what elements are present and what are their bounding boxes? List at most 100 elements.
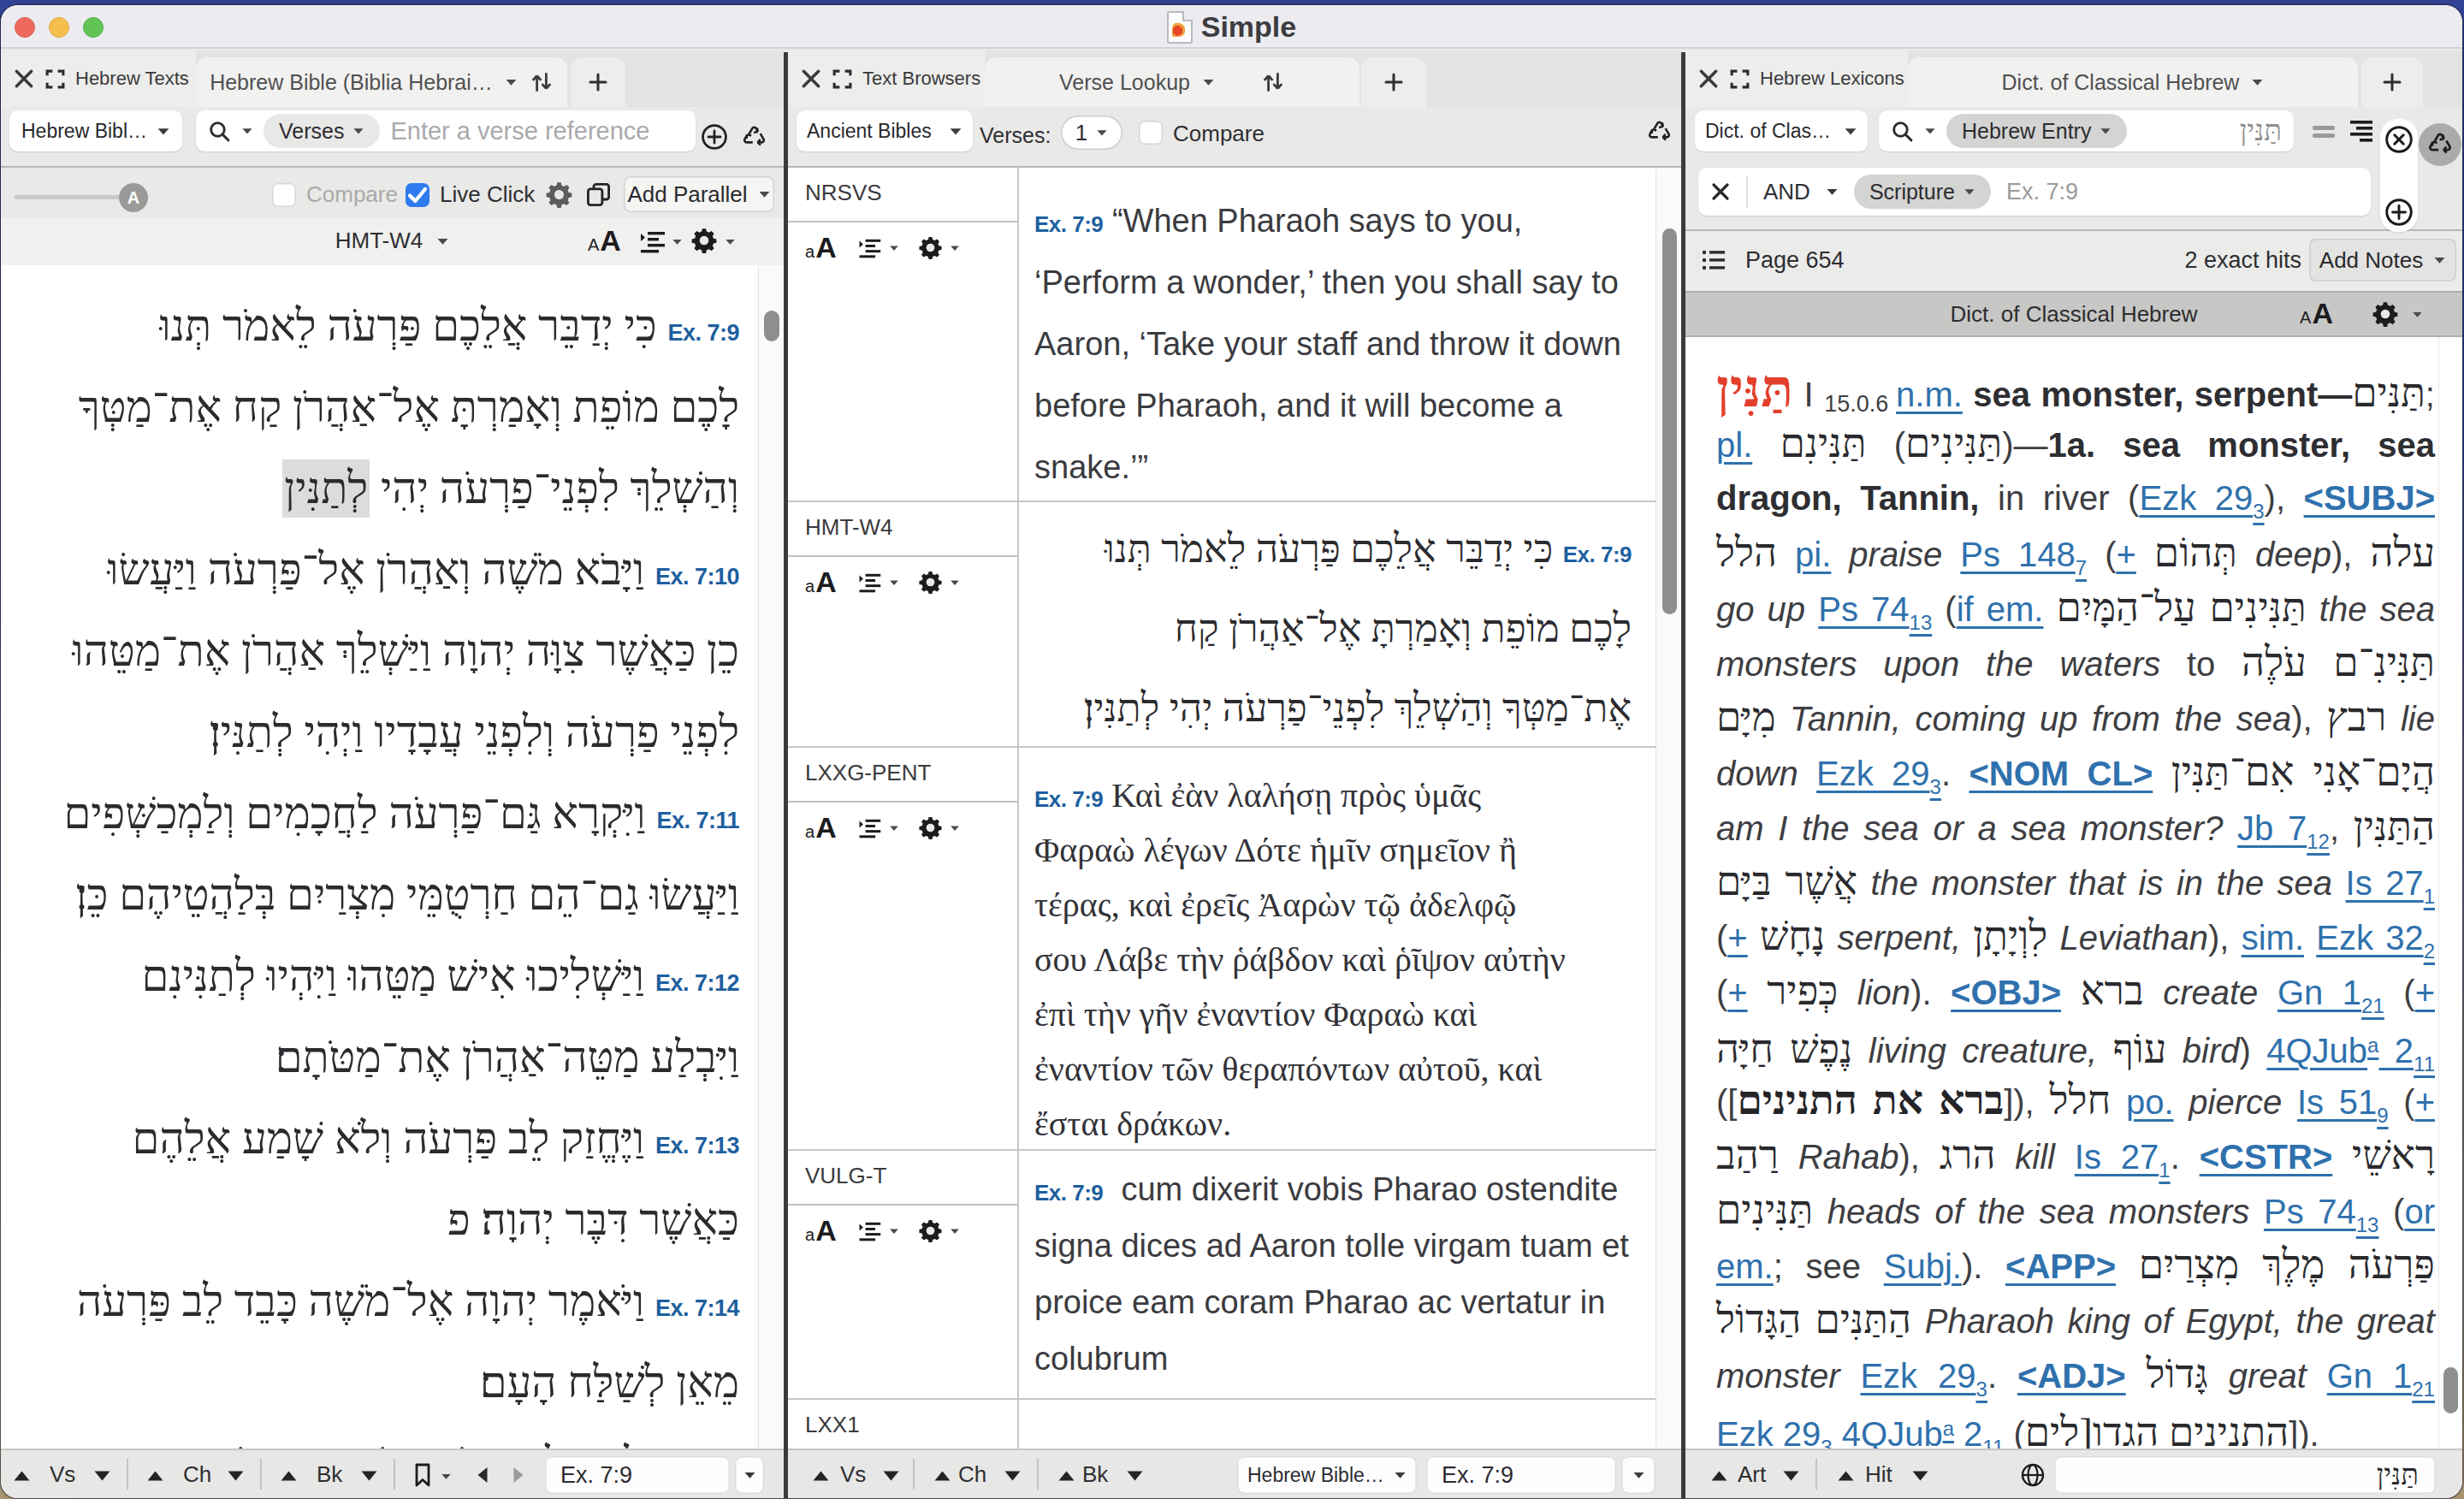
- middle-module-dropdown[interactable]: Hebrew Bible…: [1237, 1456, 1417, 1494]
- tab-hebrew-bible[interactable]: Hebrew Bible (Biblia Hebrai…: [196, 57, 567, 107]
- link[interactable]: Is 51: [2297, 1083, 2377, 1121]
- verses-count-select[interactable]: 1: [1061, 116, 1122, 150]
- article-up-stepper[interactable]: [1710, 1470, 1728, 1482]
- tab-dict-classical-hebrew[interactable]: Dict. of Classical Hebrew: [1908, 57, 2358, 107]
- link[interactable]: <OBJ>: [1951, 974, 2061, 1011]
- right-search-field[interactable]: Hebrew Entry תַּנִּין: [1879, 110, 2294, 151]
- font-size-button[interactable]: aA: [805, 811, 838, 844]
- link[interactable]: <SUBJ>: [2304, 479, 2435, 517]
- sort-icon[interactable]: [530, 70, 554, 94]
- gear-icon[interactable]: [690, 227, 718, 254]
- book-up-stepper[interactable]: [280, 1470, 298, 1482]
- gear-icon[interactable]: [2372, 300, 2399, 328]
- link[interactable]: 7: [2076, 556, 2087, 579]
- link[interactable]: pl.: [1716, 426, 1752, 464]
- link[interactable]: +: [2415, 974, 2435, 1011]
- add-term-icon[interactable]: [2384, 198, 2414, 227]
- link[interactable]: 2: [1954, 1415, 1982, 1449]
- close-zone-icon[interactable]: [1697, 68, 1720, 90]
- clear-search-icon[interactable]: [2384, 125, 2414, 154]
- link[interactable]: or: [2404, 1193, 2435, 1230]
- link[interactable]: Gn 1: [2327, 1357, 2413, 1395]
- and-operator-label[interactable]: AND: [1763, 179, 1810, 205]
- link[interactable]: Jb 7: [2237, 809, 2307, 847]
- module-name[interactable]: HMT-W4: [805, 514, 893, 541]
- equals-icon[interactable]: [2311, 123, 2337, 140]
- verse-reference[interactable]: Ex. 7:9: [667, 320, 739, 346]
- add-notes-button[interactable]: Add Notes: [2309, 239, 2456, 281]
- add-tab-button[interactable]: [571, 57, 625, 107]
- link[interactable]: Ezk 32: [2316, 919, 2423, 957]
- add-tab-button[interactable]: [1361, 57, 1426, 107]
- compare-checkbox[interactable]: [272, 183, 296, 207]
- gear-icon[interactable]: [545, 181, 573, 209]
- verse-reference[interactable]: Ex. 7:12: [655, 970, 739, 996]
- link[interactable]: Gn 1: [2277, 974, 2361, 1011]
- recycle-icon[interactable]: [1645, 118, 1673, 146]
- module-verse-text[interactable]: Ex. 7:9 “When Pharaoh says to you,‘Perfo…: [1034, 168, 1632, 501]
- link[interactable]: Ezk 29: [2139, 479, 2253, 517]
- and-condition-row[interactable]: AND Scripture Ex. 7:9: [1698, 168, 2371, 216]
- left-reference-dropdown-button[interactable]: [735, 1456, 764, 1494]
- verse-up-stepper[interactable]: [812, 1470, 830, 1482]
- module-settings-button[interactable]: [918, 235, 960, 260]
- paragraph-format-button[interactable]: [856, 1219, 899, 1242]
- link[interactable]: 2: [2424, 939, 2435, 963]
- link[interactable]: 3: [1930, 775, 1941, 798]
- right-module-select[interactable]: Dict. of Clas…: [1695, 110, 1868, 151]
- recycle-button[interactable]: [2419, 123, 2461, 166]
- chevron-down-icon[interactable]: [725, 238, 736, 246]
- font-size-button[interactable]: AA: [2300, 297, 2334, 330]
- middle-verse-reference-field[interactable]: Ex. 7:9: [1426, 1456, 1616, 1494]
- module-verse-text[interactable]: Ex. 7:9 כִּי יְדַבֵּר אֲלֵכֶם פַּרְעֹה ל…: [1034, 502, 1632, 746]
- content-module-label[interactable]: HMT-W4: [335, 228, 424, 254]
- link[interactable]: 21: [2412, 1378, 2435, 1401]
- module-verse-text[interactable]: Ex. 7:9 cum dixerit vobis Pharao ostendi…: [1034, 1151, 1632, 1398]
- verse-reference[interactable]: Ex. 7:10: [655, 564, 739, 590]
- left-scrollbar-thumb[interactable]: [764, 311, 779, 341]
- right-scrollbar-track[interactable]: [2438, 337, 2462, 1449]
- verse-reference[interactable]: Ex. 7:9: [1563, 542, 1632, 567]
- expand-zone-icon[interactable]: [44, 68, 66, 90]
- history-forward-icon[interactable]: [512, 1466, 524, 1484]
- link[interactable]: +: [1727, 919, 1747, 957]
- paragraph-format-icon[interactable]: [637, 228, 666, 254]
- link[interactable]: 4QJub: [2266, 1032, 2367, 1069]
- verse-reference[interactable]: Ex. 7:14: [655, 1295, 739, 1321]
- font-size-button[interactable]: aA: [805, 1214, 838, 1247]
- search-scope-pill[interactable]: Hebrew Entry: [1946, 114, 2127, 148]
- module-name[interactable]: LXX1: [805, 1412, 860, 1438]
- link[interactable]: po.: [2126, 1083, 2174, 1121]
- link[interactable]: +: [2116, 536, 2135, 573]
- chapter-down-stepper[interactable]: [227, 1470, 245, 1482]
- paragraph-format-button[interactable]: [856, 571, 899, 594]
- link[interactable]: 11: [1982, 1436, 2004, 1449]
- link[interactable]: a: [1943, 1417, 1954, 1440]
- module-verse-text[interactable]: [1034, 1400, 1632, 1449]
- verse-down-stepper[interactable]: [882, 1470, 900, 1482]
- link[interactable]: Ezk 29: [1860, 1357, 1975, 1395]
- and-scope-pill[interactable]: Scripture: [1854, 175, 1991, 209]
- left-verse-reference-field[interactable]: Ex. 7:9: [545, 1456, 730, 1494]
- verse-reference[interactable]: Ex. 7:9: [1034, 1180, 1103, 1206]
- title-bar[interactable]: Simple: [1, 5, 2462, 49]
- link[interactable]: 1: [2424, 885, 2435, 908]
- link[interactable]: 1: [2159, 1158, 2170, 1182]
- link[interactable]: Ps 148: [1960, 536, 2075, 573]
- hebrew-text-content[interactable]: Ex. 7:9 כִּי יְדַבֵּר אֲלֵכֶם פַּרְעֹה ל…: [1, 265, 784, 1449]
- module-settings-button[interactable]: [918, 1218, 960, 1243]
- book-down-stepper[interactable]: [1126, 1470, 1144, 1482]
- link[interactable]: +: [2415, 1083, 2435, 1121]
- link[interactable]: Ps 74: [1818, 590, 1909, 628]
- link[interactable]: 12: [2307, 830, 2330, 853]
- search-icon[interactable]: [1891, 120, 1914, 143]
- link[interactable]: a: [2367, 1034, 2378, 1057]
- link[interactable]: <NOM CL>: [1969, 755, 2153, 792]
- link[interactable]: 21: [2361, 994, 2384, 1017]
- chapter-up-stepper[interactable]: [933, 1470, 951, 1482]
- link[interactable]: 13: [2356, 1213, 2379, 1236]
- verse-up-stepper[interactable]: [13, 1470, 31, 1482]
- chevron-down-icon[interactable]: [441, 1472, 452, 1480]
- article-down-stepper[interactable]: [1782, 1470, 1800, 1482]
- module-name[interactable]: LXXG-PENT: [805, 760, 931, 786]
